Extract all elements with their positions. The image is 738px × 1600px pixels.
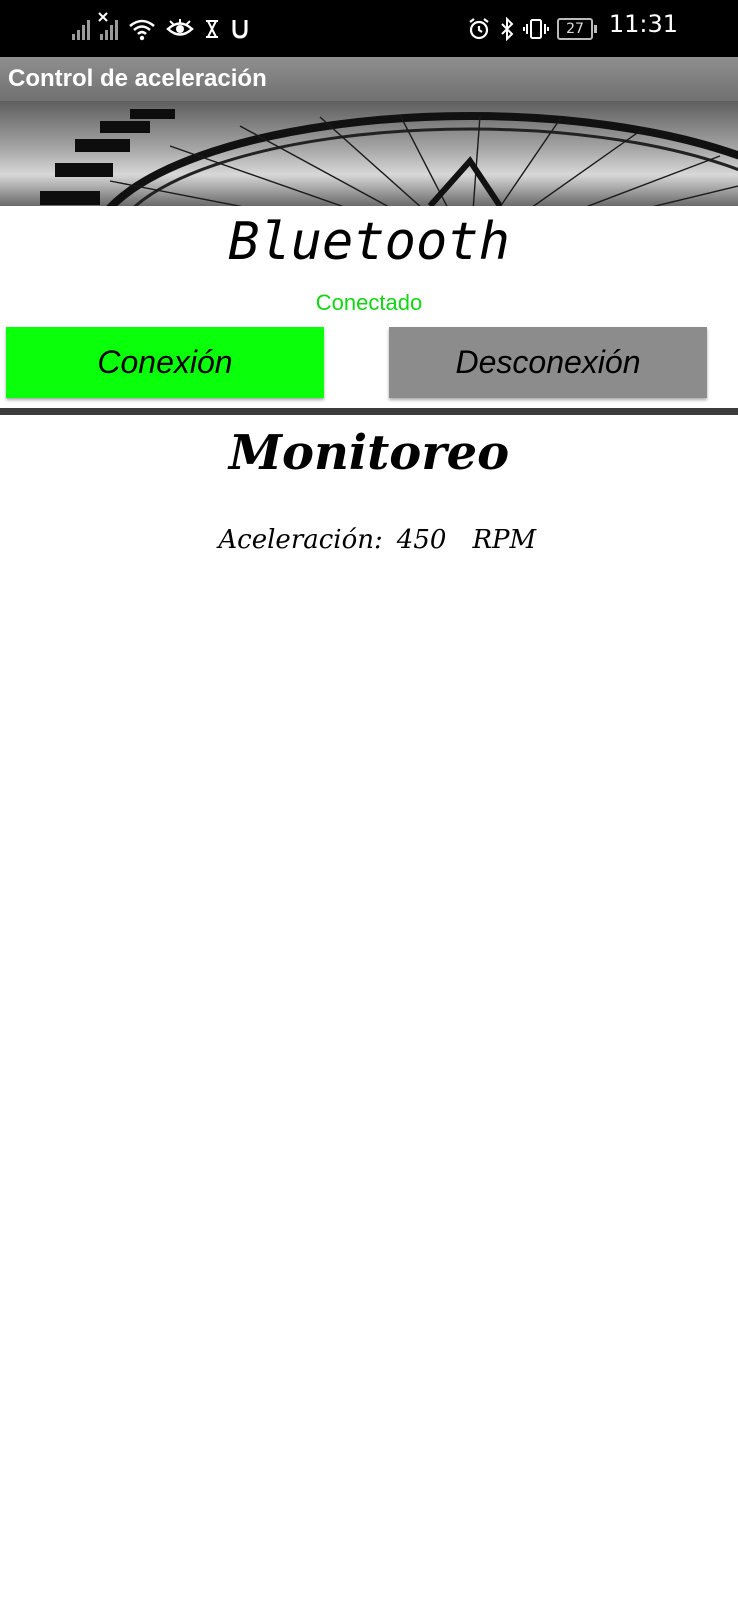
- bluetooth-title: Bluetooth: [228, 212, 510, 272]
- app-title: Control de aceleración: [8, 65, 267, 92]
- battery-icon: 27: [557, 18, 597, 40]
- section-divider: [0, 408, 738, 415]
- app-title-bar: Control de aceleración: [0, 57, 738, 101]
- vibrate-icon: [523, 19, 549, 39]
- hourglass-icon: [206, 20, 218, 38]
- u-icon: [232, 20, 248, 39]
- signal-icon: [72, 18, 90, 40]
- status-bar-left: [72, 12, 250, 46]
- acceleration-readout: Aceleración: 450 RPM: [0, 495, 738, 555]
- battery-level: 27: [566, 21, 584, 37]
- connect-button[interactable]: Conexión: [6, 327, 324, 398]
- disconnect-button[interactable]: Desconexión: [389, 327, 707, 398]
- monitoring-title: Monitoreo: [228, 425, 510, 481]
- wifi-icon: [129, 19, 155, 41]
- acceleration-value: 450: [396, 525, 447, 555]
- eye-icon: [166, 19, 194, 36]
- signal-no-service-icon: [98, 12, 118, 40]
- bluetooth-icon: [501, 17, 514, 41]
- ferris-wheel-illustration: [0, 101, 738, 206]
- status-bar-time: 11:31: [608, 10, 678, 38]
- alarm-icon: [469, 18, 489, 40]
- acceleration-unit: RPM: [472, 525, 537, 555]
- status-bar: 27 11:31: [0, 0, 738, 57]
- bluetooth-status: Conectado: [315, 290, 423, 315]
- acceleration-label: Aceleración:: [218, 525, 383, 555]
- status-bar-right: 27: [467, 12, 597, 46]
- banner-image: [0, 101, 738, 206]
